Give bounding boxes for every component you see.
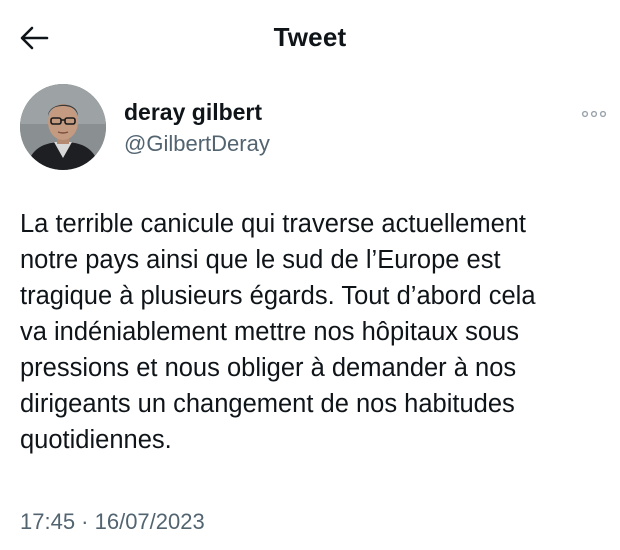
tweet-timestamp[interactable]: 17:45 · 16/07/2023 — [20, 509, 205, 535]
more-options-button[interactable] — [576, 104, 612, 124]
more-horizontal-icon — [581, 110, 607, 118]
page-title: Tweet — [273, 22, 347, 52]
avatar[interactable] — [20, 84, 106, 170]
author-display-name[interactable]: deray gilbert — [124, 99, 262, 126]
author-handle[interactable]: @GilbertDeray — [124, 131, 270, 157]
profile-photo — [20, 84, 106, 170]
tweet-text: La terrible canicule qui traverse actuel… — [20, 210, 536, 454]
top-bar: Tweet — [0, 0, 620, 76]
